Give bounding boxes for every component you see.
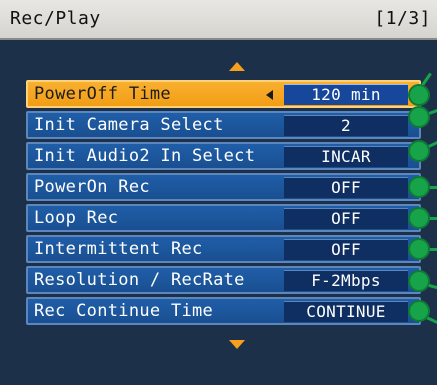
callout-dot-icon [408,300,430,322]
callout-dot-icon [408,106,430,128]
menu-row-label: Init Camera Select [34,115,224,135]
menu-header: Rec/Play [1/3] [0,0,437,40]
scroll-down-arrow-icon[interactable] [229,340,245,349]
menu-row-loop-rec[interactable]: Loop Rec OFF [26,204,421,232]
menu-row-label: Rec Continue Time [34,301,214,321]
menu-row-label: Intermittent Rec [34,239,203,259]
callout-dot-icon [408,238,430,260]
menu-row-label: Resolution / RecRate [34,270,245,290]
menu-row-init-camera-select[interactable]: Init Camera Select 2 [26,111,421,139]
menu-row-value[interactable]: CONTINUE [284,301,408,322]
menu-row-value[interactable]: 2 [284,115,408,136]
value-decrease-arrow-icon[interactable] [266,90,273,100]
menu-row-value[interactable]: 120 min [284,84,408,105]
menu-row-intermittent-rec[interactable]: Intermittent Rec OFF [26,235,421,263]
menu-row-value[interactable]: OFF [284,208,408,229]
menu-row-poweron-rec[interactable]: PowerOn Rec OFF [26,173,421,201]
menu-row-init-audio2-in-select[interactable]: Init Audio2 In Select INCAR [26,142,421,170]
menu-row-resolution-recrate[interactable]: Resolution / RecRate F-2Mbps [26,266,421,294]
menu-row-label: Loop Rec [34,208,119,228]
menu-title: Rec/Play [10,8,101,29]
menu-row-rec-continue-time[interactable]: Rec Continue Time CONTINUE [26,297,421,325]
scroll-up-arrow-icon[interactable] [229,62,245,71]
menu-row-label: PowerOn Rec [34,177,150,197]
menu-row-label: Init Audio2 In Select [34,146,256,166]
callout-dot-icon [408,176,430,198]
menu-row-value[interactable]: F-2Mbps [284,270,408,291]
menu-row-poweroff-time[interactable]: PowerOff Time 120 min [26,80,421,108]
callout-dot-icon [408,84,430,106]
callout-dot-icon [408,140,430,162]
callout-dot-icon [408,270,430,292]
menu-row-value[interactable]: OFF [284,177,408,198]
menu-row-value[interactable]: OFF [284,239,408,260]
menu-row-label: PowerOff Time [34,84,171,104]
menu-row-value[interactable]: INCAR [284,146,408,167]
callout-dot-icon [408,207,430,229]
page-indicator: [1/3] [374,8,431,29]
menu-screen: Rec/Play [1/3] PowerOff Time 120 min Ini… [0,0,437,385]
